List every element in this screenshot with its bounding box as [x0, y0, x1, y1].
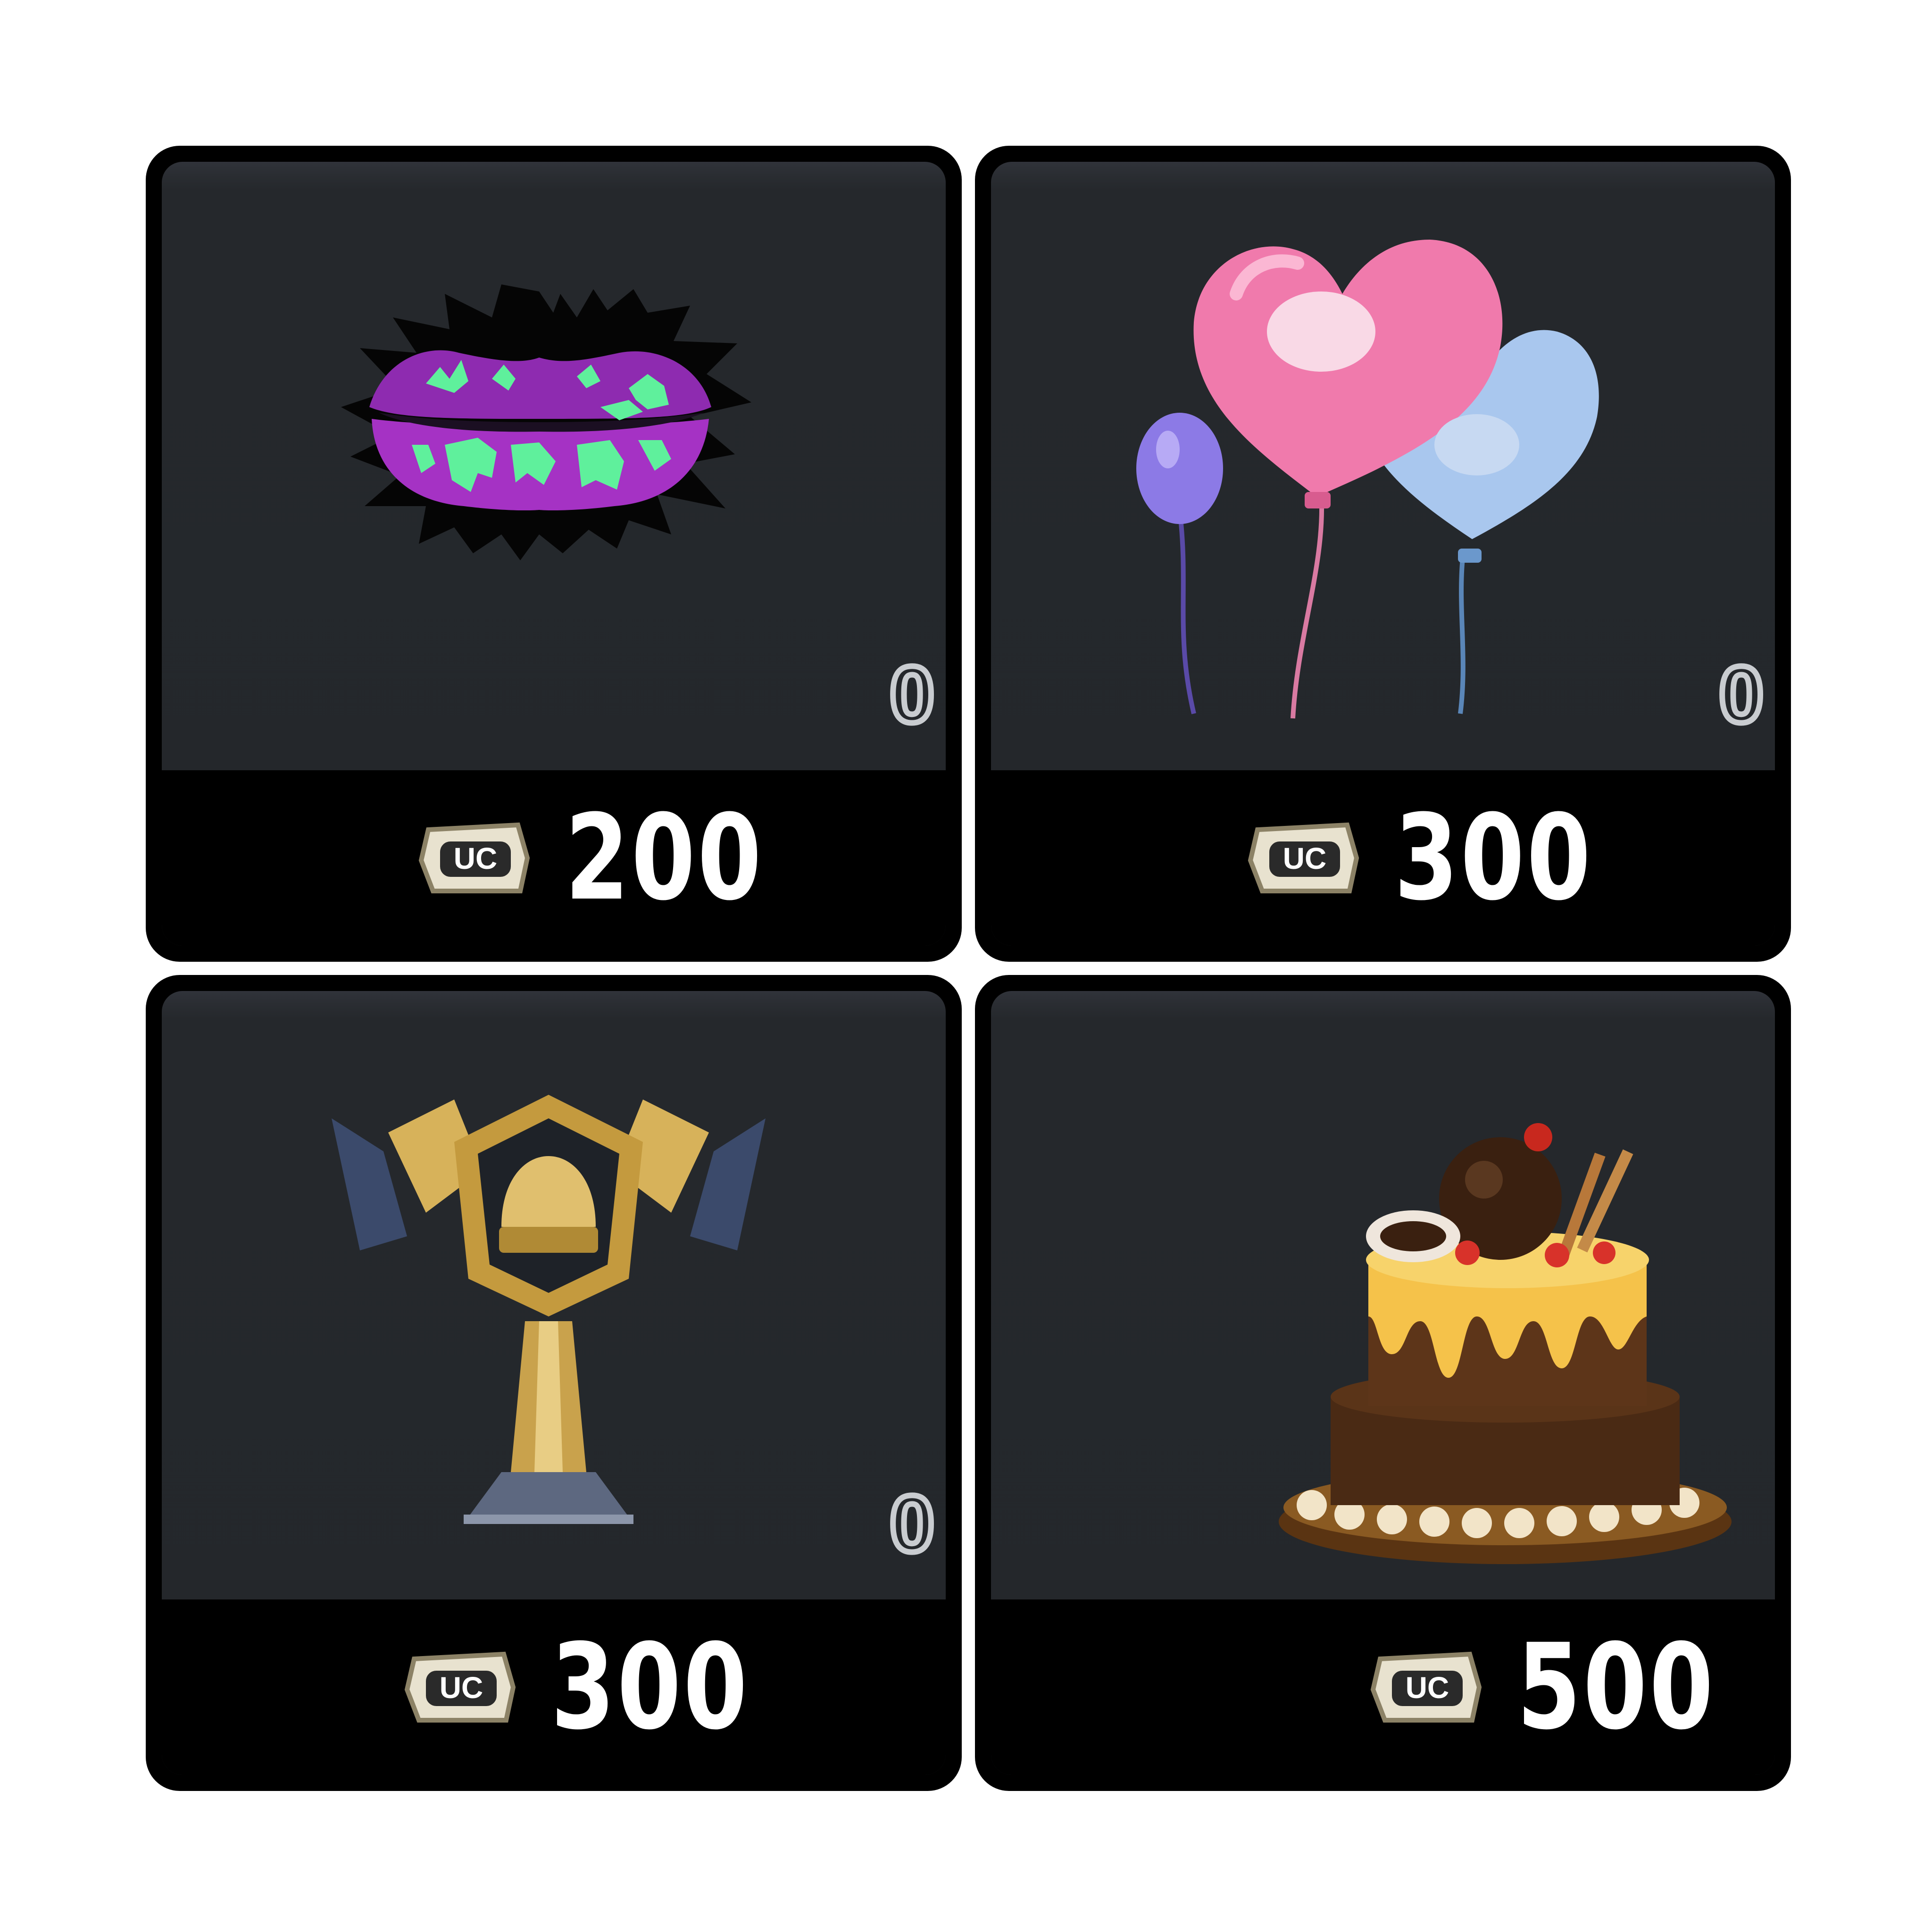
item-artwork: 0 — [991, 162, 1775, 768]
shop-item-panel: 0 UC 300 — [991, 162, 1775, 946]
shop-item-panel: UC 500 — [991, 991, 1775, 1775]
price-value: 300 — [1394, 789, 1593, 926]
uc-coin-icon: UC — [1370, 1651, 1482, 1723]
price-bar: UC 500 — [991, 1599, 1775, 1775]
price-bar: UC 300 — [991, 770, 1775, 946]
uc-coin-icon: UC — [418, 822, 530, 893]
shop-item-panel: 0 UC 200 — [162, 162, 946, 946]
shop-item-grid: 0 UC 200 0 UC 300 0 UC 300 UC 500 — [0, 0, 1932, 1932]
shop-item-card-lips[interactable]: 0 UC 200 — [146, 146, 962, 962]
svg-text:UC: UC — [440, 1671, 483, 1705]
price-tag: UC 300 — [400, 1599, 806, 1775]
item-quantity: 0 — [887, 650, 937, 740]
price-bar: UC 300 — [162, 1599, 946, 1775]
price-tag: UC 200 — [414, 770, 820, 946]
price-value: 300 — [551, 1618, 750, 1756]
price-value: 200 — [565, 789, 764, 926]
item-artwork — [991, 991, 1775, 1597]
price-value: 500 — [1517, 1618, 1716, 1756]
purple-lips-splash-icon — [341, 284, 751, 560]
shop-item-panel: 0 UC 300 — [162, 991, 946, 1775]
heart-balloons-icon — [1136, 240, 1599, 719]
shop-item-card-balloons[interactable]: 0 UC 300 — [975, 146, 1791, 962]
shop-item-card-trophy[interactable]: 0 UC 300 — [146, 975, 962, 1791]
svg-text:UC: UC — [1406, 1671, 1449, 1705]
price-tag: UC 300 — [1243, 770, 1649, 946]
svg-text:UC: UC — [1283, 841, 1326, 875]
chocolate-cake-icon — [1279, 1123, 1732, 1564]
shop-item-card-cake[interactable]: UC 500 — [975, 975, 1791, 1791]
item-artwork: 0 — [162, 991, 946, 1597]
item-quantity: 0 — [1716, 650, 1766, 740]
uc-coin-icon: UC — [404, 1651, 516, 1723]
item-quantity: 0 — [887, 1479, 937, 1569]
uc-coin-icon: UC — [1248, 822, 1359, 893]
price-bar: UC 200 — [162, 770, 946, 946]
item-artwork: 0 — [162, 162, 946, 768]
svg-text:UC: UC — [454, 841, 497, 875]
golden-trophy-icon — [332, 1095, 766, 1524]
price-tag: UC 500 — [1366, 1599, 1772, 1775]
